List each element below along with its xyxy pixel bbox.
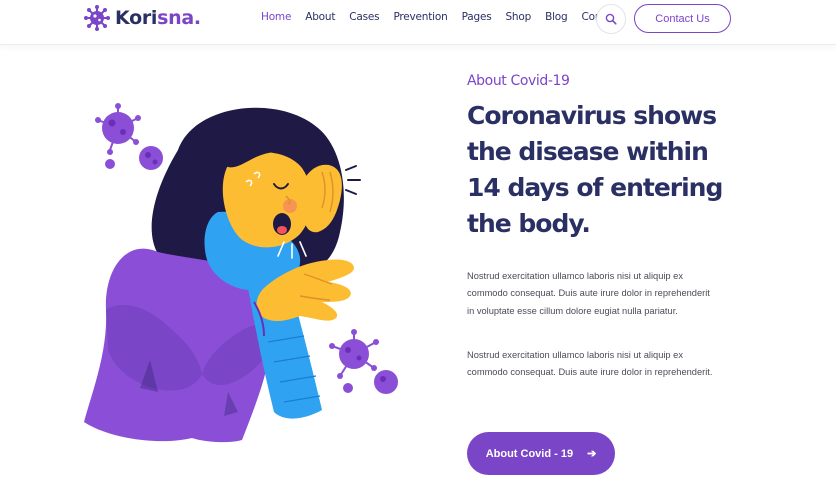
nav-home[interactable]: Home [261, 11, 291, 23]
about-covid-button[interactable]: About Covid - 19 ➔ [467, 432, 615, 475]
nav-about[interactable]: About [305, 11, 335, 23]
sick-woman-illustration [84, 103, 398, 443]
logo[interactable]: Korisna. [84, 5, 201, 31]
logo-text: Korisna. [115, 7, 201, 29]
virus-logo-icon [84, 5, 110, 31]
virus-illustration-top [95, 103, 163, 170]
search-icon [605, 13, 617, 25]
site-header: Korisna. Home About Cases Prevention Pag… [0, 0, 836, 45]
paragraph-two: Nostrud exercitation ullamco laboris nis… [467, 350, 713, 378]
nav-pages[interactable]: Pages [462, 11, 492, 23]
nav-prevention[interactable]: Prevention [393, 11, 447, 23]
about-covid-button-label: About Covid - 19 [485, 447, 574, 460]
section-heading: Coronavirus shows the disease within 14 … [467, 101, 723, 238]
nav-cases[interactable]: Cases [349, 11, 379, 23]
search-button[interactable] [596, 4, 626, 34]
contact-us-button[interactable]: Contact Us [634, 4, 731, 33]
section-eyebrow: About Covid-19 [467, 73, 570, 89]
paragraph-one: Nostrud exercitation ullamco laboris nis… [467, 271, 710, 316]
nav-blog[interactable]: Blog [545, 11, 568, 23]
nav-shop[interactable]: Shop [505, 11, 531, 23]
virus-illustration-bottom [329, 329, 398, 394]
main-nav: Home About Cases Prevention Pages Shop B… [261, 11, 635, 23]
arrow-right-icon: ➔ [587, 448, 597, 460]
